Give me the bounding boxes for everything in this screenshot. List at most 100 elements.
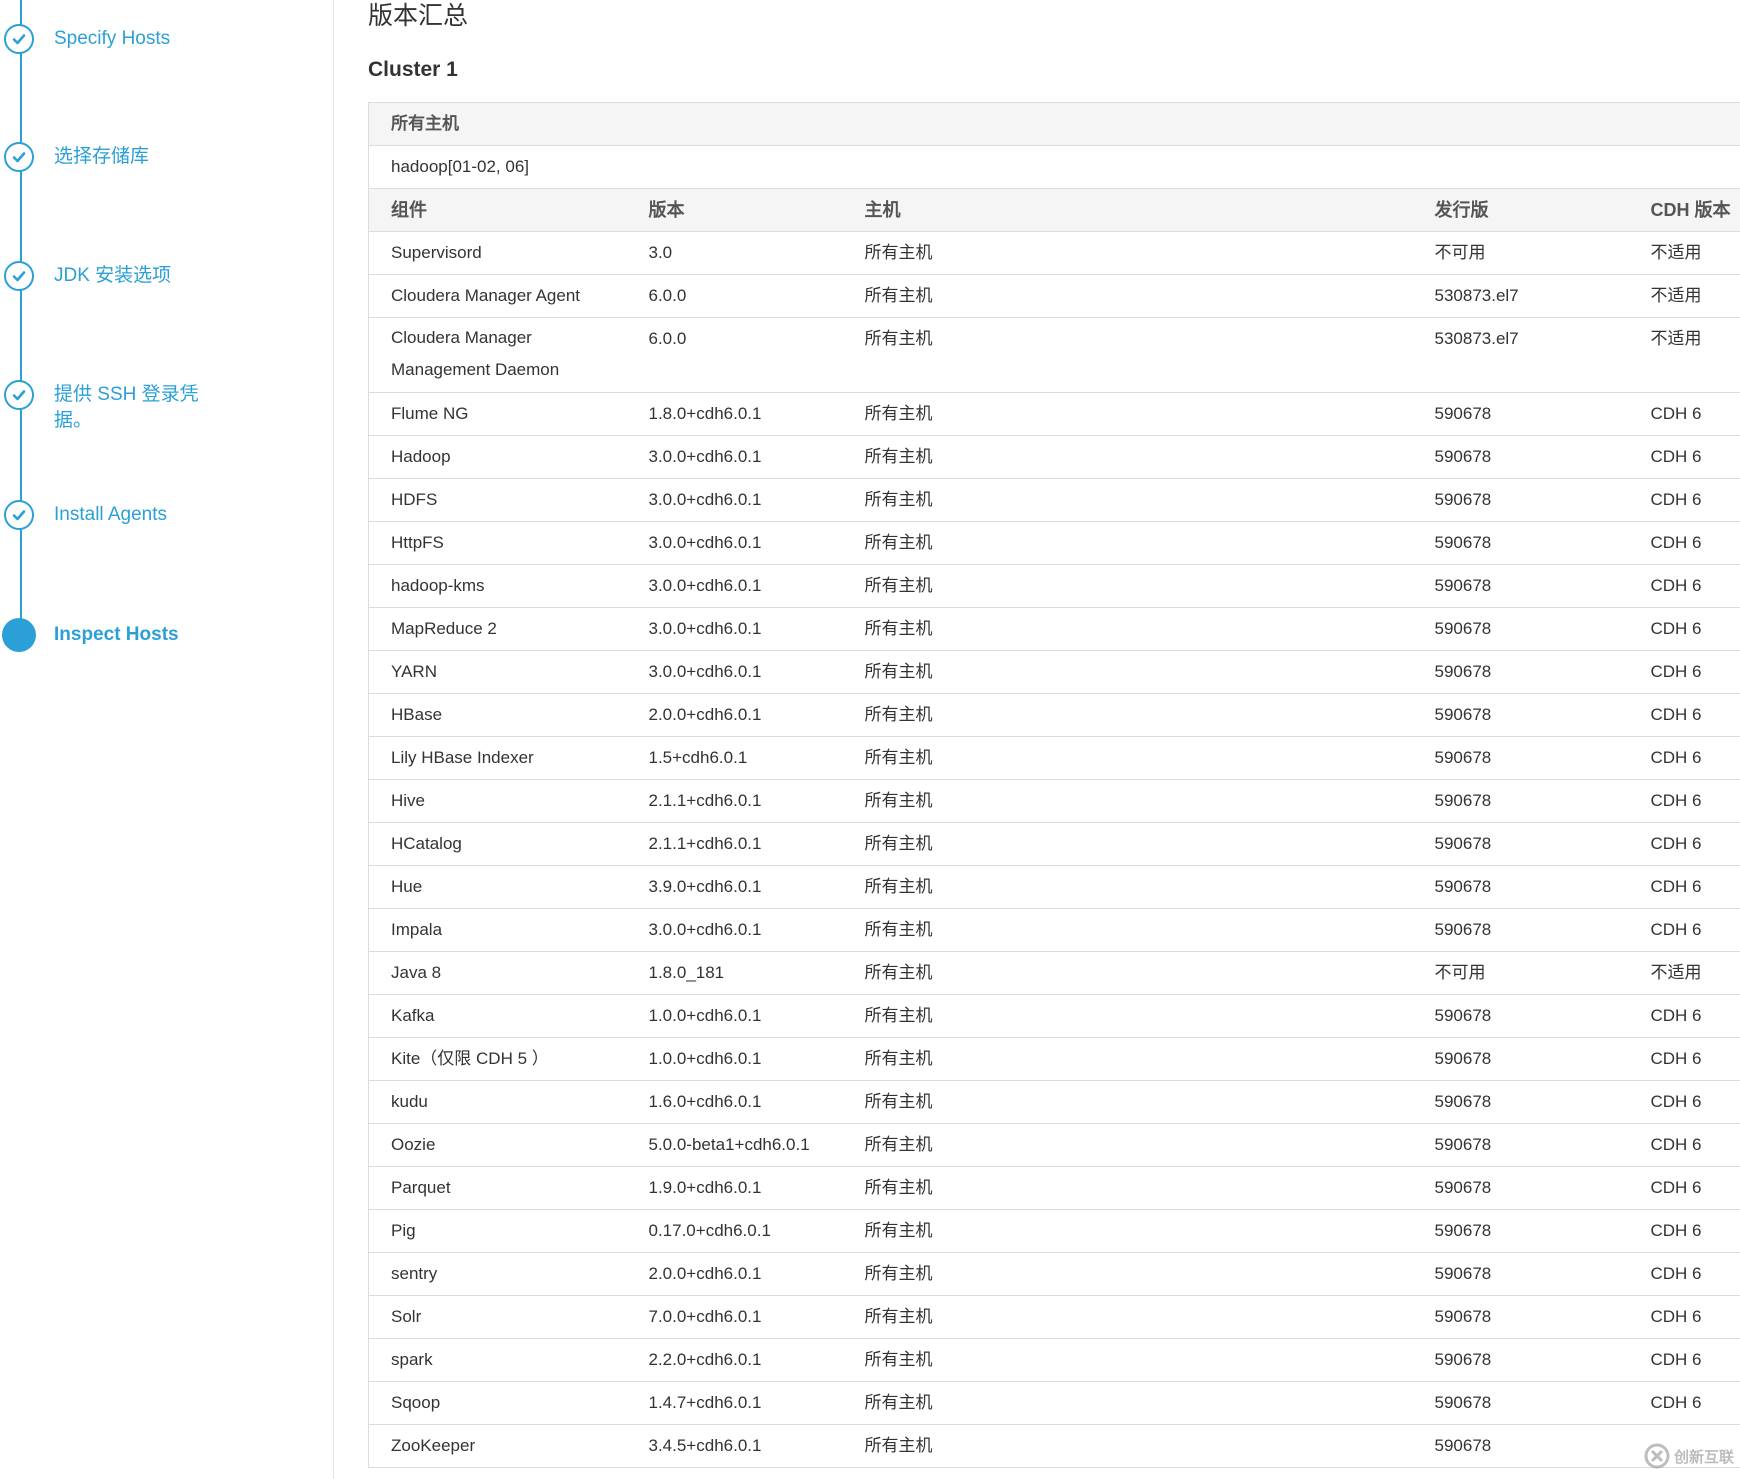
table-cell: 1.9.0+cdh6.0.1: [626, 1166, 843, 1210]
table-cell: CDH 6: [1628, 392, 1740, 436]
table-cell: 590678: [1412, 908, 1629, 952]
table-row: Hadoop 3.0.0+cdh6.0.1 所有主机 590678 CDH 6: [368, 435, 1740, 479]
table-cell: Kafka: [368, 994, 627, 1038]
table-cell: 所有主机: [842, 779, 1413, 823]
table-cell: Impala: [368, 908, 627, 952]
table-cell: Hive: [368, 779, 627, 823]
table-cell: Oozie: [368, 1123, 627, 1167]
table-cell: Java 8: [368, 951, 627, 995]
table-row: Flume NG 1.8.0+cdh6.0.1 所有主机 590678 CDH 6: [368, 392, 1740, 436]
table-cell: 1.6.0+cdh6.0.1: [626, 1080, 843, 1124]
table-cell: HBase: [368, 693, 627, 737]
step-jdk-options[interactable]: JDK 安装选项: [4, 261, 224, 291]
step-label: 提供 SSH 登录凭据。: [54, 384, 199, 431]
table-cell: CDH 6: [1628, 779, 1740, 823]
table-cell: 1.4.7+cdh6.0.1: [626, 1381, 843, 1425]
table-cell: 所有主机: [842, 1381, 1413, 1425]
table-cell: 590678: [1412, 607, 1629, 651]
table-cell: kudu: [368, 1080, 627, 1124]
step-select-repository[interactable]: 选择存储库: [4, 142, 224, 172]
table-cell: CDH 6: [1628, 994, 1740, 1038]
table-cell: 1.0.0+cdh6.0.1: [626, 1037, 843, 1081]
table-cell: 所有主机: [842, 1338, 1413, 1382]
table-cell: 所有主机: [842, 607, 1413, 651]
table-cell: 所有主机: [842, 1424, 1413, 1468]
table-cell: Kite（仅限 CDH 5 ）: [368, 1037, 627, 1081]
table-cell: 590678: [1412, 1381, 1629, 1425]
table-row: Sqoop 1.4.7+cdh6.0.1 所有主机 590678 CDH 6: [368, 1381, 1740, 1425]
table-row: kudu 1.6.0+cdh6.0.1 所有主机 590678 CDH 6: [368, 1080, 1740, 1124]
table-cell: CDH 6: [1628, 478, 1740, 522]
table-cell: 不适用: [1628, 951, 1740, 995]
watermark: 创新互联: [1644, 1437, 1734, 1475]
table-cell: 不适用: [1628, 317, 1740, 393]
table-cell: 590678: [1412, 650, 1629, 694]
table-cell: 所有主机: [842, 521, 1413, 565]
table-cell: 590678: [1412, 1123, 1629, 1167]
table-cell: 不适用: [1628, 231, 1740, 275]
table-row: spark 2.2.0+cdh6.0.1 所有主机 590678 CDH 6: [368, 1338, 1740, 1382]
table-row: hadoop-kms 3.0.0+cdh6.0.1 所有主机 590678 CDH 6: [368, 564, 1740, 608]
table-cell: 3.0.0+cdh6.0.1: [626, 435, 843, 479]
table-row: Lily HBase Indexer 1.5+cdh6.0.1 所有主机 590678…: [368, 736, 1740, 780]
table-cell: CDH 6: [1628, 822, 1740, 866]
table-cell: 不可用: [1412, 231, 1629, 275]
table-cell: 3.0.0+cdh6.0.1: [626, 478, 843, 522]
table-cell: Hue: [368, 865, 627, 909]
table-cell: 所有主机: [842, 693, 1413, 737]
table-cell: CDH 6: [1628, 521, 1740, 565]
table-row: Hive 2.1.1+cdh6.0.1 所有主机 590678 CDH 6: [368, 779, 1740, 823]
table-cell: CDH 6: [1628, 564, 1740, 608]
table-cell: 不可用: [1412, 951, 1629, 995]
table-cell: CDH 6: [1628, 1037, 1740, 1081]
step-specify-hosts[interactable]: Specify Hosts: [4, 24, 224, 54]
table-row: HBase 2.0.0+cdh6.0.1 所有主机 590678 CDH 6: [368, 693, 1740, 737]
table-row: Kafka 1.0.0+cdh6.0.1 所有主机 590678 CDH 6: [368, 994, 1740, 1038]
table-cell: 所有主机: [842, 1123, 1413, 1167]
table-cell: 7.0.0+cdh6.0.1: [626, 1295, 843, 1339]
check-circle-icon: [4, 24, 34, 54]
page-title: 版本汇总: [368, 2, 469, 30]
table-cell: Parquet: [368, 1166, 627, 1210]
table-cell: 不适用: [1628, 274, 1740, 318]
table-cell: CDH 6: [1628, 1338, 1740, 1382]
table-cell: 3.0.0+cdh6.0.1: [626, 650, 843, 694]
table-cell: HCatalog: [368, 822, 627, 866]
table-cell: 590678: [1412, 994, 1629, 1038]
table-row: Cloudera Manager Agent 6.0.0 所有主机 530873.el…: [368, 274, 1740, 318]
table-cell: 所有主机: [842, 478, 1413, 522]
step-inspect-hosts[interactable]: Inspect Hosts: [2, 618, 224, 652]
table-cell: 所有主机: [842, 908, 1413, 952]
table-cell: 所有主机: [842, 865, 1413, 909]
table-cell: ZooKeeper: [368, 1424, 627, 1468]
table-cell: 所有主机: [842, 650, 1413, 694]
step-install-agents[interactable]: Install Agents: [4, 500, 224, 530]
step-label: Specify Hosts: [54, 28, 171, 49]
table-cell: CDH 6: [1628, 1295, 1740, 1339]
table-cell: Lily HBase Indexer: [368, 736, 627, 780]
table-cell: 所有主机: [842, 951, 1413, 995]
table-cell: 2.1.1+cdh6.0.1: [626, 822, 843, 866]
table-group-header: 所有主机: [367, 102, 1740, 146]
table-row: Hue 3.9.0+cdh6.0.1 所有主机 590678 CDH 6: [368, 865, 1740, 909]
table-row: HDFS 3.0.0+cdh6.0.1 所有主机 590678 CDH 6: [368, 478, 1740, 522]
table-cell: 6.0.0: [626, 317, 843, 393]
table-cell: 590678: [1412, 1295, 1629, 1339]
table-cell: sentry: [368, 1252, 627, 1296]
step-ssh-credentials[interactable]: 提供 SSH 登录凭据。: [4, 380, 224, 434]
table-cell: CDH 6: [1628, 1166, 1740, 1210]
chuangxin-logo-icon: [1644, 1443, 1670, 1469]
table-row: Supervisord 3.0 所有主机 不可用 不适用: [368, 231, 1740, 275]
table-row: HttpFS 3.0.0+cdh6.0.1 所有主机 590678 CDH 6: [368, 521, 1740, 565]
table-cell: 所有主机: [842, 317, 1413, 393]
table-cell: Cloudera Manager Management Daemon: [368, 317, 627, 393]
table-row: Parquet 1.9.0+cdh6.0.1 所有主机 590678 CDH 6: [368, 1166, 1740, 1210]
column-header: 版本: [626, 188, 843, 232]
check-circle-icon: [4, 142, 34, 172]
table-cell: CDH 6: [1628, 1209, 1740, 1253]
table-cell: 3.0.0+cdh6.0.1: [626, 908, 843, 952]
table-cell: 3.0: [626, 231, 843, 275]
host-range: hadoop[01-02, 06]: [367, 145, 1740, 189]
table-cell: 2.1.1+cdh6.0.1: [626, 779, 843, 823]
table-cell: Pig: [368, 1209, 627, 1253]
